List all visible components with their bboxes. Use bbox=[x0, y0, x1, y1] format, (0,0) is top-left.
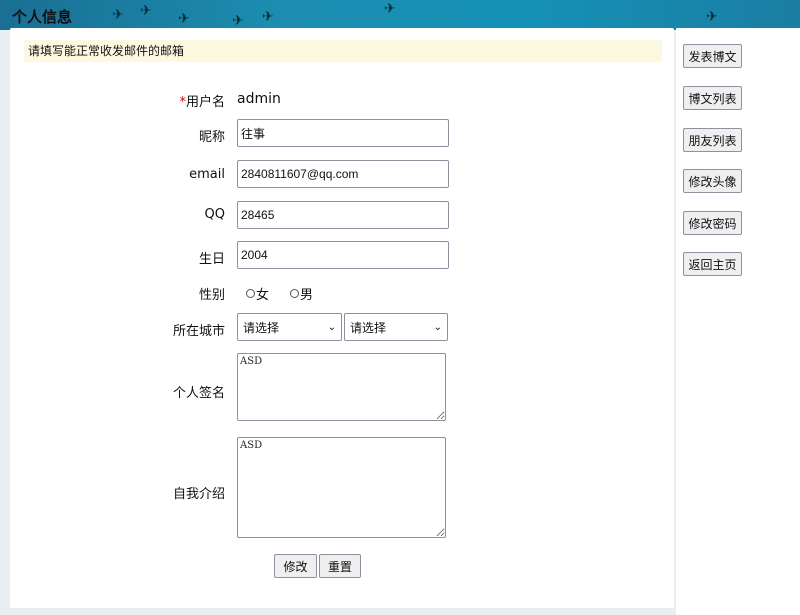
signature-label: 个人签名 bbox=[172, 386, 225, 401]
birthday-input[interactable] bbox=[237, 241, 449, 269]
email-input[interactable] bbox=[237, 160, 449, 188]
reset-button[interactable]: 重置 bbox=[319, 554, 361, 578]
radio-circle-icon[interactable] bbox=[246, 289, 255, 298]
gender-option-female[interactable]: 女 bbox=[246, 284, 269, 303]
sidebar: 发表博文 博文列表 朋友列表 修改头像 修改密码 返回主页 bbox=[676, 28, 800, 615]
nickname-label: 昵称 bbox=[198, 130, 225, 145]
chevron-down-icon: ⌄ bbox=[327, 321, 336, 333]
page-title: 个人信息 bbox=[12, 8, 73, 26]
signature-textarea[interactable]: ASD bbox=[237, 353, 446, 421]
city-select[interactable]: 请选择 ⌄ bbox=[344, 313, 448, 341]
birthday-label: 生日 bbox=[198, 252, 225, 267]
bird-decoration-icon: ✈ bbox=[140, 3, 152, 19]
bird-decoration-icon: ✈ bbox=[706, 9, 718, 25]
sidebar-item-blog-list[interactable]: 博文列表 bbox=[683, 86, 742, 110]
username-value: admin bbox=[237, 91, 281, 107]
qq-label: QQ bbox=[204, 207, 225, 222]
bird-decoration-icon: ✈ bbox=[232, 13, 244, 29]
chevron-down-icon: ⌄ bbox=[433, 321, 442, 333]
sidebar-item-change-password[interactable]: 修改密码 bbox=[683, 211, 742, 235]
intro-label: 自我介绍 bbox=[172, 487, 225, 502]
username-label: *用户名 bbox=[179, 95, 225, 110]
gender-label: 性别 bbox=[198, 288, 225, 303]
email-notice: 请填写能正常收发邮件的邮箱 bbox=[24, 40, 662, 62]
radio-circle-icon[interactable] bbox=[290, 289, 299, 298]
intro-textarea[interactable]: ASD bbox=[237, 437, 446, 538]
profile-panel: 请填写能正常收发邮件的邮箱 *用户名 admin 昵称 email QQ 生日 … bbox=[10, 28, 674, 608]
sidebar-item-friend-list[interactable]: 朋友列表 bbox=[683, 128, 742, 152]
header-banner: ✈ ✈ ✈ ✈ ✈ ✈ ✈ 个人信息 bbox=[0, 0, 800, 30]
submit-button[interactable]: 修改 bbox=[274, 554, 317, 578]
bird-decoration-icon: ✈ bbox=[112, 7, 124, 23]
gender-option-male[interactable]: 男 bbox=[290, 284, 313, 303]
sidebar-item-home[interactable]: 返回主页 bbox=[683, 252, 742, 276]
bird-decoration-icon: ✈ bbox=[262, 9, 274, 25]
qq-input[interactable] bbox=[237, 201, 449, 229]
bird-decoration-icon: ✈ bbox=[384, 1, 396, 17]
sidebar-item-post-blog[interactable]: 发表博文 bbox=[683, 44, 742, 68]
page: ✈ ✈ ✈ ✈ ✈ ✈ ✈ 个人信息 请填写能正常收发邮件的邮箱 *用户名 ad… bbox=[0, 0, 800, 615]
province-select[interactable]: 请选择 ⌄ bbox=[237, 313, 342, 341]
bird-decoration-icon: ✈ bbox=[178, 11, 190, 27]
city-label: 所在城市 bbox=[172, 324, 225, 339]
email-label: email bbox=[189, 167, 225, 182]
nickname-input[interactable] bbox=[237, 119, 449, 147]
sidebar-item-change-avatar[interactable]: 修改头像 bbox=[683, 169, 742, 193]
